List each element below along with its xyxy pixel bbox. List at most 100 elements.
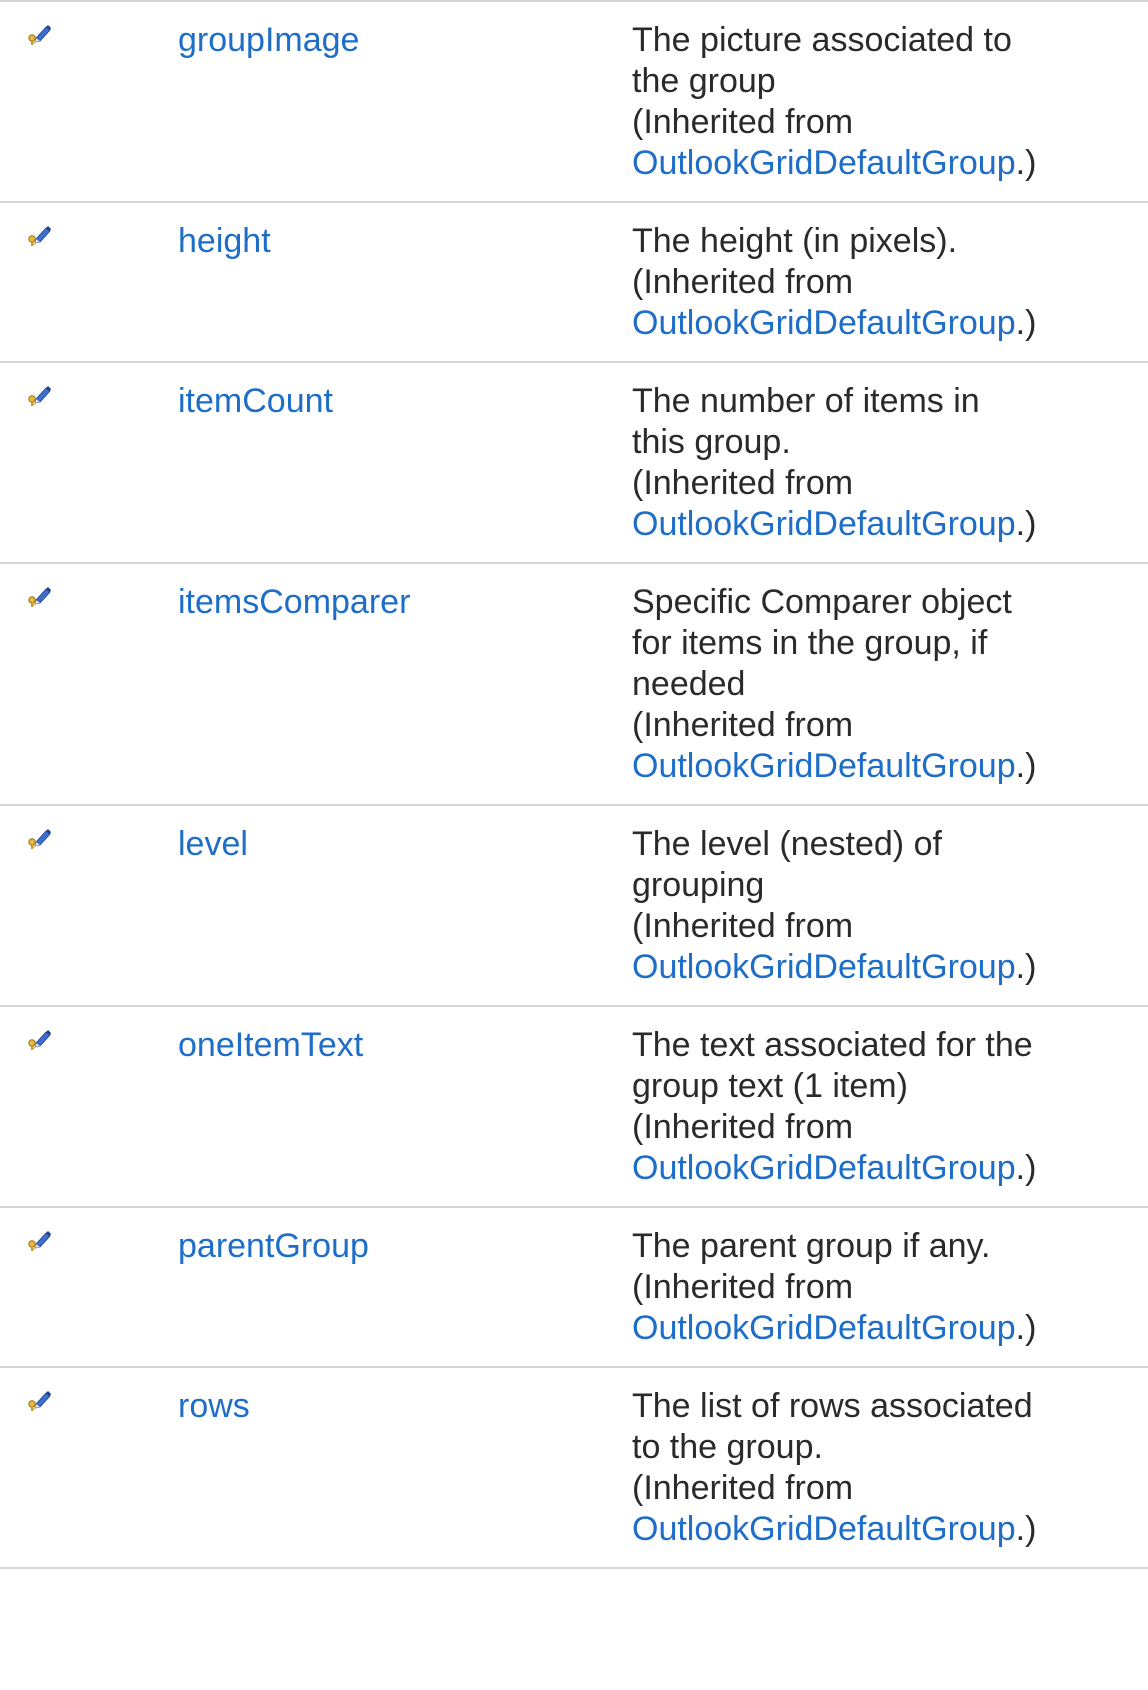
inherited-from-link[interactable]: OutlookGridDefaultGroup bbox=[632, 747, 1016, 785]
icon-cell bbox=[0, 582, 178, 613]
description-line: The number of items in bbox=[632, 382, 980, 420]
inherited-suffix: .) bbox=[1015, 1309, 1037, 1347]
description-line: the group bbox=[632, 62, 776, 100]
description-text: The number of items in this group. bbox=[632, 381, 1138, 463]
member-name-cell: groupImage bbox=[178, 20, 632, 61]
member-name-link[interactable]: parentGroup bbox=[178, 1227, 369, 1265]
protected-property-icon bbox=[26, 586, 52, 608]
inherited-link-line: OutlookGridDefaultGroup.) bbox=[632, 1509, 1138, 1550]
member-name-link[interactable]: level bbox=[178, 825, 248, 863]
inherited-suffix: .) bbox=[1015, 747, 1037, 785]
member-row-itemsComparer: itemsComparer Specific Comparer object fo… bbox=[0, 564, 1148, 806]
inherited-suffix: .) bbox=[1015, 948, 1037, 986]
inherited-from-link[interactable]: OutlookGridDefaultGroup bbox=[632, 1309, 1016, 1347]
member-name-link[interactable]: itemCount bbox=[178, 382, 333, 420]
member-description: The number of items in this group. (Inher… bbox=[632, 381, 1148, 545]
member-row-groupImage: groupImage The picture associated to the … bbox=[0, 2, 1148, 203]
inherited-prefix: (Inherited from bbox=[632, 1469, 854, 1507]
description-line: grouping bbox=[632, 866, 765, 904]
member-name-cell: itemCount bbox=[178, 381, 632, 422]
inherited-link-line: OutlookGridDefaultGroup.) bbox=[632, 1148, 1138, 1189]
inherited-from-link[interactable]: OutlookGridDefaultGroup bbox=[632, 144, 1016, 182]
inherited-note: (Inherited from bbox=[632, 705, 1138, 746]
inherited-prefix: (Inherited from bbox=[632, 263, 854, 301]
protected-property-icon bbox=[26, 225, 52, 247]
inherited-note: (Inherited from bbox=[632, 1267, 1138, 1308]
member-row-oneItemText: oneItemText The text associated for the g… bbox=[0, 1007, 1148, 1208]
member-description: The parent group if any. (Inherited from… bbox=[632, 1226, 1148, 1349]
icon-cell bbox=[0, 221, 178, 252]
description-line: The text associated for the bbox=[632, 1026, 1033, 1064]
inherited-from-link[interactable]: OutlookGridDefaultGroup bbox=[632, 304, 1016, 342]
description-line: The height (in pixels). bbox=[632, 222, 958, 260]
description-text: Specific Comparer object for items in the… bbox=[632, 582, 1138, 705]
member-name-cell: height bbox=[178, 221, 632, 262]
protected-property-icon bbox=[26, 828, 52, 850]
member-name-cell: rows bbox=[178, 1386, 632, 1427]
description-line: The parent group if any. bbox=[632, 1227, 991, 1265]
inherited-prefix: (Inherited from bbox=[632, 464, 854, 502]
inherited-note: (Inherited from bbox=[632, 906, 1138, 947]
description-line: The list of rows associated bbox=[632, 1387, 1033, 1425]
inherited-from-link[interactable]: OutlookGridDefaultGroup bbox=[632, 1149, 1016, 1187]
inherited-from-link[interactable]: OutlookGridDefaultGroup bbox=[632, 505, 1016, 543]
inherited-note: (Inherited from bbox=[632, 1107, 1138, 1148]
member-name-cell: itemsComparer bbox=[178, 582, 632, 623]
inherited-link-line: OutlookGridDefaultGroup.) bbox=[632, 143, 1138, 184]
inherited-link-line: OutlookGridDefaultGroup.) bbox=[632, 1308, 1138, 1349]
inherited-suffix: .) bbox=[1015, 505, 1037, 543]
description-line: The level (nested) of bbox=[632, 825, 942, 863]
icon-cell bbox=[0, 1226, 178, 1257]
member-name-link[interactable]: groupImage bbox=[178, 21, 359, 59]
description-text: The text associated for the group text (1… bbox=[632, 1025, 1138, 1107]
inherited-suffix: .) bbox=[1015, 304, 1037, 342]
description-line: needed bbox=[632, 665, 746, 703]
member-row-rows: rows The list of rows associated to the g… bbox=[0, 1368, 1148, 1569]
description-text: The picture associated to the group bbox=[632, 20, 1138, 102]
member-name-link[interactable]: itemsComparer bbox=[178, 583, 410, 621]
inherited-prefix: (Inherited from bbox=[632, 1268, 854, 1306]
member-name-link[interactable]: rows bbox=[178, 1387, 250, 1425]
member-description: The height (in pixels). (Inherited from … bbox=[632, 221, 1148, 344]
inherited-suffix: .) bbox=[1015, 144, 1037, 182]
member-description: The list of rows associated to the group.… bbox=[632, 1386, 1148, 1550]
inherited-suffix: .) bbox=[1015, 1510, 1037, 1548]
inherited-link-line: OutlookGridDefaultGroup.) bbox=[632, 303, 1138, 344]
inherited-note: (Inherited from bbox=[632, 1468, 1138, 1509]
icon-cell bbox=[0, 1025, 178, 1056]
description-text: The parent group if any. bbox=[632, 1226, 1138, 1267]
protected-property-icon bbox=[26, 1230, 52, 1252]
inherited-from-link[interactable]: OutlookGridDefaultGroup bbox=[632, 948, 1016, 986]
inherited-link-line: OutlookGridDefaultGroup.) bbox=[632, 746, 1138, 787]
member-row-itemCount: itemCount The number of items in this gro… bbox=[0, 363, 1148, 564]
member-row-height: height The height (in pixels). (Inherite… bbox=[0, 203, 1148, 363]
member-name-cell: level bbox=[178, 824, 632, 865]
member-description: The level (nested) of grouping (Inherited… bbox=[632, 824, 1148, 988]
protected-property-icon bbox=[26, 1390, 52, 1412]
protected-property-icon bbox=[26, 1029, 52, 1051]
members-table: groupImage The picture associated to the … bbox=[0, 0, 1148, 1569]
member-name-cell: oneItemText bbox=[178, 1025, 632, 1066]
member-description: The text associated for the group text (1… bbox=[632, 1025, 1148, 1189]
member-name-link[interactable]: height bbox=[178, 222, 271, 260]
icon-cell bbox=[0, 1386, 178, 1417]
inherited-prefix: (Inherited from bbox=[632, 1108, 854, 1146]
member-name-link[interactable]: oneItemText bbox=[178, 1026, 363, 1064]
member-row-parentGroup: parentGroup The parent group if any. (In… bbox=[0, 1208, 1148, 1368]
protected-property-icon bbox=[26, 24, 52, 46]
icon-cell bbox=[0, 824, 178, 855]
description-line: this group. bbox=[632, 423, 791, 461]
inherited-prefix: (Inherited from bbox=[632, 706, 854, 744]
inherited-from-link[interactable]: OutlookGridDefaultGroup bbox=[632, 1510, 1016, 1548]
inherited-note: (Inherited from bbox=[632, 463, 1138, 504]
inherited-link-line: OutlookGridDefaultGroup.) bbox=[632, 504, 1138, 545]
description-text: The list of rows associated to the group. bbox=[632, 1386, 1138, 1468]
protected-property-icon bbox=[26, 385, 52, 407]
icon-cell bbox=[0, 20, 178, 51]
description-line: The picture associated to bbox=[632, 21, 1012, 59]
inherited-note: (Inherited from bbox=[632, 102, 1138, 143]
member-description: Specific Comparer object for items in the… bbox=[632, 582, 1148, 787]
inherited-suffix: .) bbox=[1015, 1149, 1037, 1187]
member-name-cell: parentGroup bbox=[178, 1226, 632, 1267]
description-line: group text (1 item) bbox=[632, 1067, 908, 1105]
